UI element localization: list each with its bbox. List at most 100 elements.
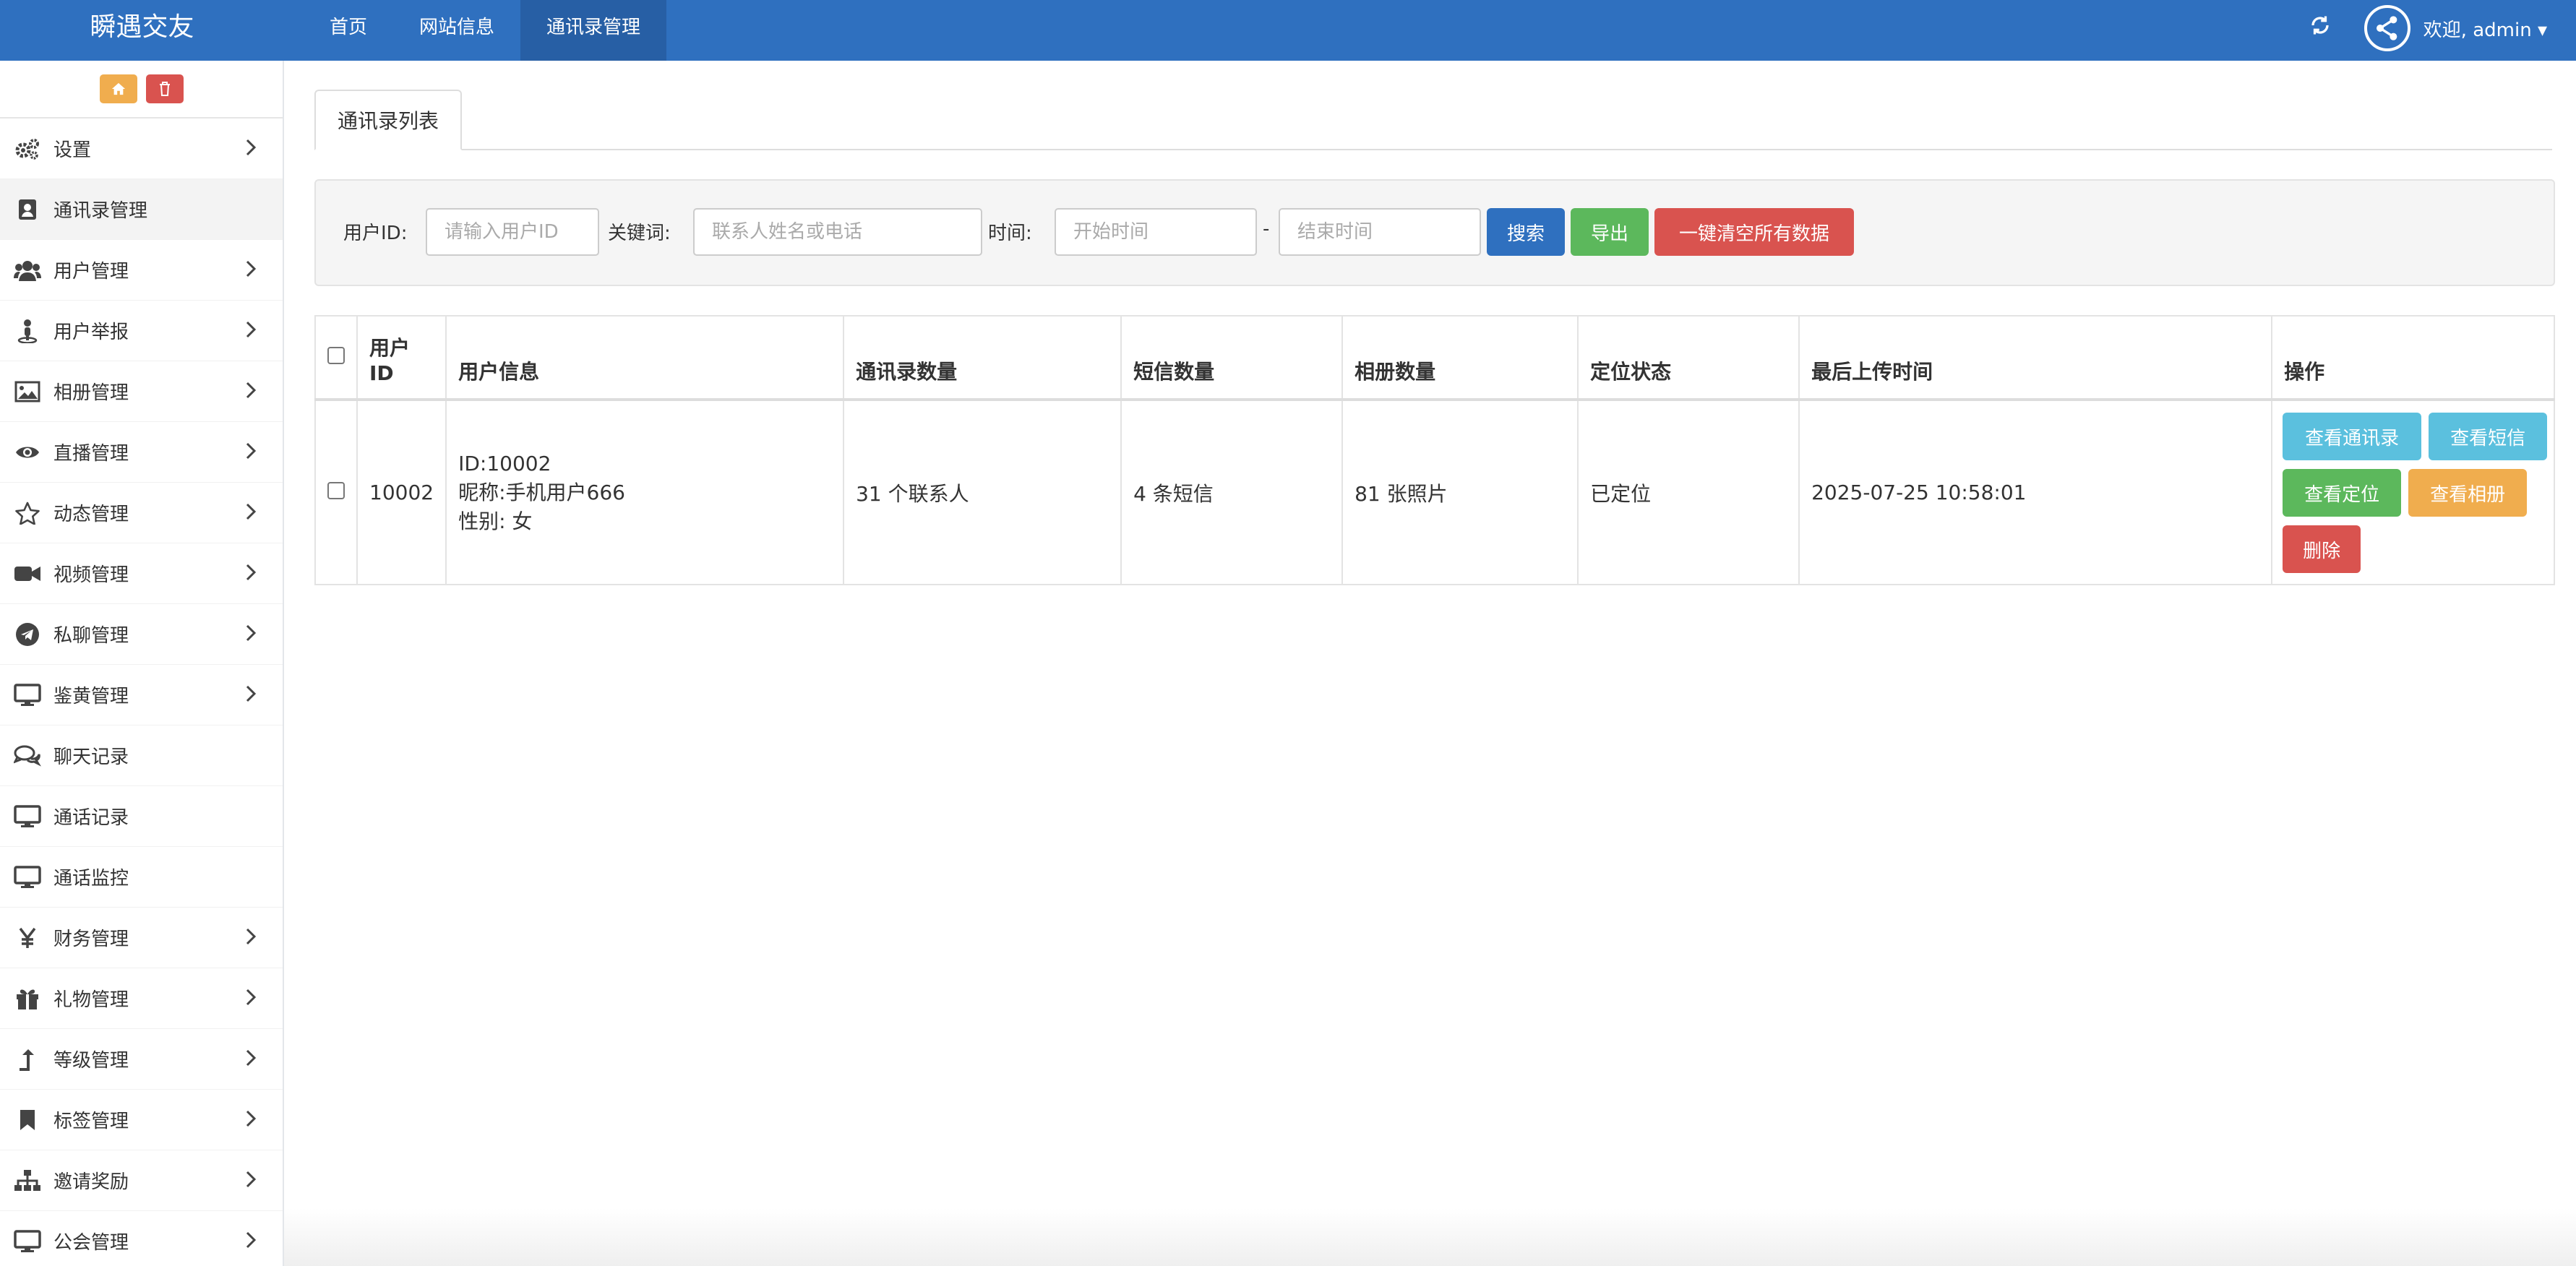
table-header-row: 用户 ID 用户信息 通讯录数量 短信数量 相册数量 定位状态 最后上传时间 操… bbox=[314, 315, 2555, 401]
clear-cache-button[interactable] bbox=[145, 74, 184, 103]
select-all-checkbox[interactable] bbox=[327, 347, 345, 364]
col-actions: 操作 bbox=[2271, 315, 2555, 401]
sidebar-item[interactable]: 聊天记录 bbox=[0, 725, 283, 786]
sidebar-item[interactable]: 通话记录 bbox=[0, 786, 283, 847]
sidebar-item-label: 用户管理 bbox=[53, 261, 129, 283]
chevron-right-icon bbox=[245, 502, 257, 526]
view-contacts-button[interactable]: 查看通讯录 bbox=[2283, 413, 2422, 460]
nav-right: 欢迎, admin ▾ bbox=[2309, 0, 2547, 61]
row-checkbox[interactable] bbox=[327, 482, 345, 499]
desktop-icon bbox=[13, 1229, 42, 1253]
top-nav-site-info[interactable]: 网站信息 bbox=[393, 0, 520, 61]
user-info-gender: 性别: 女 bbox=[458, 509, 533, 533]
sidebar-item[interactable]: 礼物管理 bbox=[0, 968, 283, 1029]
chevron-right-icon bbox=[245, 988, 257, 1012]
top-nav-contacts[interactable]: 通讯录管理 bbox=[520, 0, 667, 61]
sidebar-item-label: 通讯录管理 bbox=[53, 200, 148, 222]
chevron-right-icon bbox=[245, 927, 257, 951]
user-menu[interactable]: 欢迎, admin ▾ bbox=[2423, 15, 2547, 42]
sidebar-item[interactable]: 等级管理 bbox=[0, 1029, 283, 1090]
export-button[interactable]: 导出 bbox=[1571, 208, 1649, 256]
cell-user-info: ID:10002 昵称:手机用户666 性别: 女 bbox=[445, 399, 845, 585]
sidebar-item[interactable]: 通话监控 bbox=[0, 847, 283, 908]
tab-contacts-list[interactable]: 通讯录列表 bbox=[314, 90, 463, 150]
sidebar-item[interactable]: 私聊管理 bbox=[0, 604, 283, 665]
search-button[interactable]: 搜索 bbox=[1487, 208, 1565, 256]
sidebar-item-label: 邀请奖励 bbox=[53, 1171, 129, 1193]
view-sms-button[interactable]: 查看短信 bbox=[2429, 413, 2548, 460]
col-sms-count: 短信数量 bbox=[1120, 315, 1344, 401]
delete-button[interactable]: 删除 bbox=[2283, 525, 2361, 573]
sidebar-item-label: 动态管理 bbox=[53, 504, 129, 525]
chevron-right-icon bbox=[245, 1048, 257, 1072]
desktop-icon bbox=[13, 804, 42, 828]
chevron-right-icon bbox=[245, 624, 257, 647]
brand-title[interactable]: 瞬遇交友 bbox=[0, 0, 284, 61]
address-book-icon bbox=[13, 198, 42, 221]
sidebar-item[interactable]: 公会管理 bbox=[0, 1211, 283, 1266]
comments-icon bbox=[13, 744, 42, 767]
sidebar-item[interactable]: 邀请奖励 bbox=[0, 1150, 283, 1211]
gears-icon bbox=[13, 137, 42, 160]
refresh-icon[interactable] bbox=[2309, 14, 2331, 43]
sidebar-shortcuts bbox=[0, 61, 283, 119]
end-time-input[interactable] bbox=[1279, 208, 1481, 256]
top-nav-home[interactable]: 首页 bbox=[304, 0, 393, 61]
time-label: 时间: bbox=[988, 223, 1032, 244]
clear-all-button[interactable]: 一键清空所有数据 bbox=[1654, 208, 1854, 256]
image-icon bbox=[13, 381, 42, 402]
share-icon bbox=[2376, 16, 2397, 40]
sidebar-item[interactable]: 通讯录管理 bbox=[0, 179, 283, 240]
cell-sms-count: 4 条短信 bbox=[1120, 399, 1344, 585]
sidebar-item[interactable]: 用户举报 bbox=[0, 301, 283, 361]
home-icon bbox=[111, 82, 125, 95]
desktop-icon bbox=[13, 865, 42, 889]
welcome-text: 欢迎, admin bbox=[2423, 19, 2532, 41]
select-all-cell bbox=[314, 315, 358, 401]
sidebar-item[interactable]: 动态管理 bbox=[0, 483, 283, 543]
view-album-button[interactable]: 查看相册 bbox=[2408, 469, 2528, 517]
user-id-input[interactable] bbox=[426, 208, 599, 256]
top-nav: 首页 网站信息 通讯录管理 bbox=[304, 0, 667, 61]
keyword-input[interactable] bbox=[693, 208, 982, 256]
report-user-icon bbox=[13, 319, 42, 343]
user-info-nickname: 昵称:手机用户666 bbox=[458, 480, 625, 504]
level-up-icon bbox=[13, 1048, 42, 1071]
sidebar-item[interactable]: 鉴黄管理 bbox=[0, 665, 283, 725]
top-navbar: 瞬遇交友 首页 网站信息 通讯录管理 欢迎, admin ▾ bbox=[0, 0, 2576, 61]
chevron-right-icon bbox=[245, 381, 257, 405]
sidebar-item-label: 相册管理 bbox=[53, 382, 129, 404]
col-last-upload: 最后上传时间 bbox=[1798, 315, 2273, 401]
trash-icon bbox=[159, 82, 170, 96]
sidebar-item[interactable]: 财务管理 bbox=[0, 908, 283, 968]
sidebar-item-label: 标签管理 bbox=[53, 1111, 129, 1132]
view-location-button[interactable]: 查看定位 bbox=[2283, 469, 2402, 517]
star-icon bbox=[13, 501, 42, 525]
sidebar-item[interactable]: 视频管理 bbox=[0, 543, 283, 604]
cell-actions: 查看通讯录 查看短信 查看定位 查看相册 删除 bbox=[2271, 399, 2555, 585]
start-time-input[interactable] bbox=[1055, 208, 1257, 256]
user-id-label: 用户ID: bbox=[343, 223, 408, 244]
sidebar-item[interactable]: 用户管理 bbox=[0, 240, 283, 301]
telegram-icon bbox=[13, 622, 42, 647]
sidebar-item[interactable]: 相册管理 bbox=[0, 361, 283, 422]
cell-contacts-count: 31 个联系人 bbox=[843, 399, 1122, 585]
col-user-id-line2: ID bbox=[369, 361, 394, 385]
cell-last-upload: 2025-07-25 10:58:01 bbox=[1798, 399, 2273, 585]
col-location-status: 定位状态 bbox=[1577, 315, 1800, 401]
col-user-info: 用户信息 bbox=[445, 315, 845, 401]
sidebar-item-label: 鉴黄管理 bbox=[53, 686, 129, 707]
chevron-right-icon bbox=[245, 259, 257, 283]
home-button[interactable] bbox=[99, 74, 137, 103]
chevron-right-icon bbox=[245, 1170, 257, 1194]
sidebar-item[interactable]: 设置 bbox=[0, 119, 283, 179]
sidebar-item[interactable]: 标签管理 bbox=[0, 1090, 283, 1150]
gift-icon bbox=[13, 987, 42, 1010]
cell-location-status: 已定位 bbox=[1577, 399, 1800, 585]
time-separator: - bbox=[1263, 218, 1270, 240]
sidebar-item-label: 私聊管理 bbox=[53, 625, 129, 647]
sidebar-item-label: 通话记录 bbox=[53, 807, 129, 829]
eye-icon bbox=[13, 444, 42, 461]
sidebar-item[interactable]: 直播管理 bbox=[0, 422, 283, 483]
avatar[interactable] bbox=[2364, 5, 2410, 51]
